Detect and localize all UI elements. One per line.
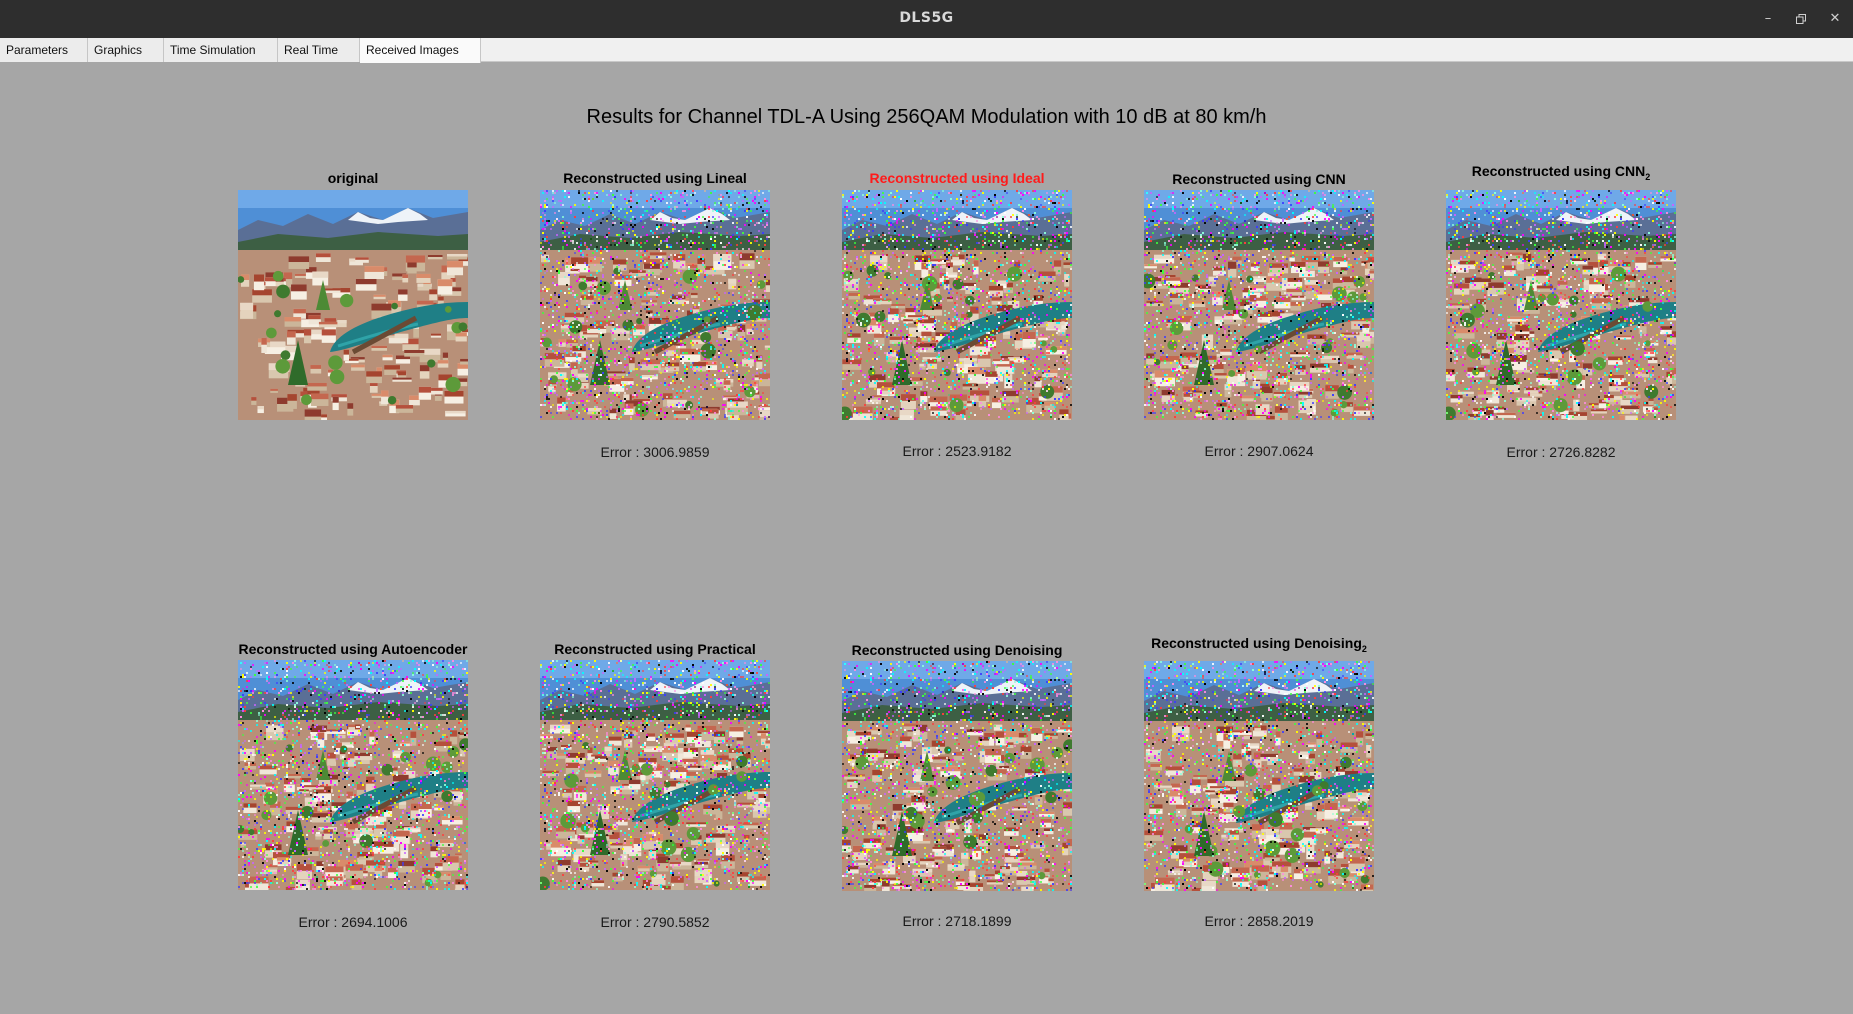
caption-subscript: 2: [1362, 644, 1367, 654]
error-value: Error : 2694.1006: [198, 914, 508, 930]
tab-graphics[interactable]: Graphics: [88, 38, 164, 62]
original-image: [238, 190, 468, 420]
tab-label: Real Time: [284, 43, 338, 57]
error-value: Error : 2858.2019: [1104, 913, 1414, 929]
scene-graphic: [1144, 190, 1374, 420]
error-value: Error : 3006.9859: [500, 444, 810, 460]
scene-graphic: [842, 190, 1072, 420]
reconstructed-cnn2-image: [1446, 190, 1676, 420]
caption-text: Reconstructed using CNN: [1472, 163, 1645, 179]
reconstructed-cnn-image: [1144, 190, 1374, 420]
close-icon[interactable]: ✕: [1824, 8, 1846, 30]
reconstructed-denoising-image: [842, 661, 1072, 891]
panel-caption: Reconstructed using Lineal: [480, 170, 830, 186]
panel-caption: Reconstructed using CNN2: [1386, 163, 1736, 182]
panel-caption: Reconstructed using Autoencoder: [178, 641, 528, 657]
tab-real-time[interactable]: Real Time: [278, 38, 360, 62]
tab-parameters[interactable]: Parameters: [0, 38, 88, 62]
error-value: Error : 2523.9182: [802, 443, 1112, 459]
scene-graphic: [1446, 190, 1676, 420]
scene-graphic: [1144, 661, 1374, 891]
caption-text: Reconstructed using Denoising: [1151, 635, 1362, 651]
tab-label: Graphics: [94, 43, 142, 57]
scene-graphic: [540, 660, 770, 890]
reconstructed-lineal-image: [540, 190, 770, 420]
reconstructed-practical-image: [540, 660, 770, 890]
error-value: Error : 2718.1899: [802, 913, 1112, 929]
tab-label: Time Simulation: [170, 43, 256, 57]
panel-caption: Reconstructed using Practical: [480, 641, 830, 657]
reconstructed-denoising2-image: [1144, 661, 1374, 891]
tab-label: Parameters: [6, 43, 68, 57]
tab-time-simulation[interactable]: Time Simulation: [164, 38, 278, 62]
scene-graphic: [842, 661, 1072, 891]
caption-subscript: 2: [1645, 172, 1650, 182]
reconstructed-autoencoder-image: [238, 660, 468, 890]
title-bar: DLS5G – ✕: [0, 0, 1853, 38]
page-title: Results for Channel TDL-A Using 256QAM M…: [0, 106, 1853, 129]
tab-received-images[interactable]: Received Images: [360, 38, 481, 63]
scene-graphic: [540, 190, 770, 420]
panel-caption: Reconstructed using Denoising2: [1084, 635, 1434, 654]
panel-caption: Reconstructed using CNN: [1084, 171, 1434, 187]
minimize-icon[interactable]: –: [1757, 8, 1779, 30]
tab-bar: Parameters Graphics Time Simulation Real…: [0, 38, 1853, 63]
panel-caption: Reconstructed using Denoising: [782, 642, 1132, 658]
window-title: DLS5G: [0, 10, 1853, 26]
restore-icon[interactable]: [1790, 8, 1812, 30]
error-value: Error : 2726.8282: [1406, 444, 1716, 460]
panel-caption: Reconstructed using Ideal: [782, 170, 1132, 186]
tab-label: Received Images: [366, 43, 459, 57]
error-value: Error : 2907.0624: [1104, 443, 1414, 459]
scene-graphic: [238, 660, 468, 890]
error-value: Error : 2790.5852: [500, 914, 810, 930]
scene-graphic: [238, 190, 468, 420]
panel-caption: original: [178, 170, 528, 186]
reconstructed-ideal-image: [842, 190, 1072, 420]
